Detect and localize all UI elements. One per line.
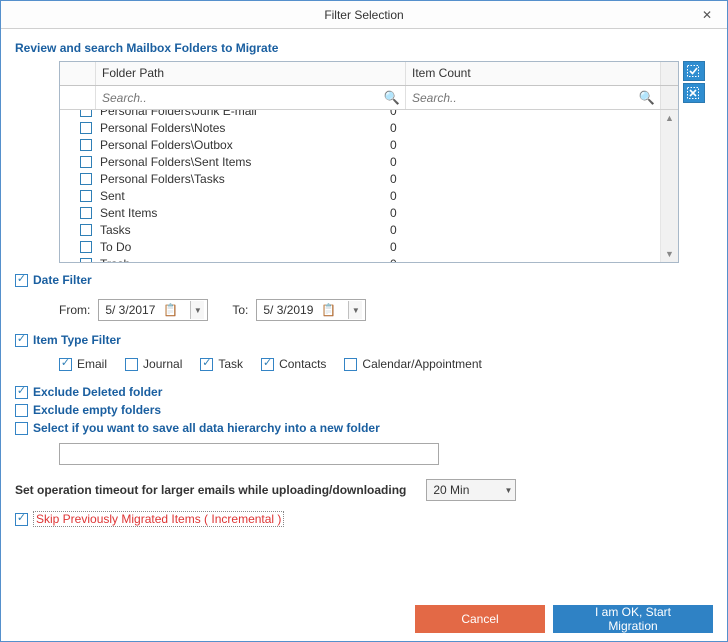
row-checkbox[interactable] bbox=[80, 224, 92, 236]
itemtype-label: Task bbox=[218, 357, 243, 371]
table-row[interactable]: Sent0 bbox=[60, 187, 660, 204]
itemtype-journal-checkbox[interactable] bbox=[125, 358, 138, 371]
cancel-button[interactable]: Cancel bbox=[415, 605, 545, 633]
to-date-input[interactable]: 5/ 3/2019 📋 ▼ bbox=[256, 299, 366, 321]
table-row[interactable]: Personal Folders\Notes0 bbox=[60, 119, 660, 136]
to-date-value: 5/ 3/2019 bbox=[263, 303, 313, 317]
scroll-down-icon[interactable]: ▼ bbox=[661, 246, 678, 262]
item-count: 0 bbox=[386, 206, 660, 220]
content: Review and search Mailbox Folders to Mig… bbox=[1, 29, 727, 641]
item-count: 0 bbox=[386, 257, 660, 263]
vertical-scrollbar[interactable]: ▲ ▼ bbox=[660, 110, 678, 262]
itemtype-label: Calendar/Appointment bbox=[362, 357, 481, 371]
table-row[interactable]: To Do0 bbox=[60, 238, 660, 255]
folder-path: Personal Folders\Tasks bbox=[96, 172, 386, 186]
close-icon[interactable]: ✕ bbox=[687, 1, 727, 29]
item-count: 0 bbox=[386, 189, 660, 203]
folder-path: Trash bbox=[96, 257, 386, 263]
row-checkbox[interactable] bbox=[80, 156, 92, 168]
folder-path: Sent Items bbox=[96, 206, 386, 220]
table-row[interactable]: Sent Items0 bbox=[60, 204, 660, 221]
itemtype-calendar-appointment-checkbox[interactable] bbox=[344, 358, 357, 371]
row-checkbox[interactable] bbox=[80, 110, 92, 117]
window-title: Filter Selection bbox=[1, 8, 727, 22]
table-row[interactable]: Personal Folders\Tasks0 bbox=[60, 170, 660, 187]
timeout-select[interactable]: 20 Min ▼ bbox=[426, 479, 516, 501]
folder-path: Sent bbox=[96, 189, 386, 203]
from-date-value: 5/ 3/2017 bbox=[105, 303, 155, 317]
calendar-icon: 📋 bbox=[163, 303, 178, 317]
row-checkbox[interactable] bbox=[80, 258, 92, 263]
table-row[interactable]: Tasks0 bbox=[60, 221, 660, 238]
skip-prev-checkbox[interactable] bbox=[15, 513, 28, 526]
table-row[interactable]: Personal Folders\Sent Items0 bbox=[60, 153, 660, 170]
item-count: 0 bbox=[386, 223, 660, 237]
itemtype-label: Journal bbox=[143, 357, 182, 371]
row-checkbox[interactable] bbox=[80, 139, 92, 151]
row-checkbox[interactable] bbox=[80, 173, 92, 185]
header-label: Review and search Mailbox Folders to Mig… bbox=[15, 41, 713, 55]
chevron-down-icon[interactable]: ▼ bbox=[348, 301, 362, 319]
from-date-input[interactable]: 5/ 3/2017 📋 ▼ bbox=[98, 299, 208, 321]
folder-path: Tasks bbox=[96, 223, 386, 237]
itemtype-label: Contacts bbox=[279, 357, 326, 371]
chevron-down-icon: ▼ bbox=[504, 486, 512, 495]
skip-prev-label: Skip Previously Migrated Items ( Increme… bbox=[33, 511, 284, 527]
item-count: 0 bbox=[386, 172, 660, 186]
deselect-all-button[interactable] bbox=[683, 83, 705, 103]
row-checkbox[interactable] bbox=[80, 122, 92, 134]
itemtype-email-checkbox[interactable] bbox=[59, 358, 72, 371]
select-all-button[interactable] bbox=[683, 61, 705, 81]
timeout-label: Set operation timeout for larger emails … bbox=[15, 483, 406, 497]
date-filter-label: Date Filter bbox=[33, 273, 92, 287]
item-count: 0 bbox=[386, 138, 660, 152]
table-row[interactable]: Trash0 bbox=[60, 255, 660, 262]
item-count: 0 bbox=[386, 155, 660, 169]
folder-path: Personal Folders\Outbox bbox=[96, 138, 386, 152]
exclude-empty-label: Exclude empty folders bbox=[33, 403, 161, 417]
exclude-empty-checkbox[interactable] bbox=[15, 404, 28, 417]
folder-path: To Do bbox=[96, 240, 386, 254]
item-type-filter-label: Item Type Filter bbox=[33, 333, 121, 347]
search-path-input[interactable] bbox=[96, 88, 405, 108]
exclude-deleted-checkbox[interactable] bbox=[15, 386, 28, 399]
timeout-value: 20 Min bbox=[433, 483, 469, 497]
calendar-icon: 📋 bbox=[321, 303, 336, 317]
titlebar: Filter Selection ✕ bbox=[1, 1, 727, 29]
chevron-down-icon[interactable]: ▼ bbox=[190, 301, 204, 319]
folder-path: Personal Folders\Junk E-mail bbox=[96, 110, 386, 118]
itemtype-label: Email bbox=[77, 357, 107, 371]
item-count: 0 bbox=[386, 110, 660, 118]
folder-path: Personal Folders\Sent Items bbox=[96, 155, 386, 169]
col-path-header[interactable]: Folder Path bbox=[96, 62, 406, 85]
table-row[interactable]: Personal Folders\Junk E-mail0 bbox=[60, 110, 660, 119]
itemtype-task-checkbox[interactable] bbox=[200, 358, 213, 371]
item-count: 0 bbox=[386, 240, 660, 254]
folder-grid: Folder Path Item Count 🔍 🔍 bbox=[59, 61, 679, 263]
item-count: 0 bbox=[386, 121, 660, 135]
from-label: From: bbox=[59, 303, 90, 317]
filter-selection-window: Filter Selection ✕ Review and search Mai… bbox=[0, 0, 728, 642]
start-migration-button[interactable]: I am OK, Start Migration bbox=[553, 605, 713, 633]
row-checkbox[interactable] bbox=[80, 207, 92, 219]
row-checkbox[interactable] bbox=[80, 190, 92, 202]
folder-path: Personal Folders\Notes bbox=[96, 121, 386, 135]
grid-header: Folder Path Item Count bbox=[60, 62, 678, 86]
itemtype-contacts-checkbox[interactable] bbox=[261, 358, 274, 371]
search-icon[interactable]: 🔍 bbox=[384, 90, 400, 106]
item-type-filter-checkbox[interactable] bbox=[15, 334, 28, 347]
exclude-deleted-label: Exclude Deleted folder bbox=[33, 385, 162, 399]
table-row[interactable]: Personal Folders\Outbox0 bbox=[60, 136, 660, 153]
col-count-header[interactable]: Item Count bbox=[406, 62, 660, 85]
save-hierarchy-checkbox[interactable] bbox=[15, 422, 28, 435]
scroll-up-icon[interactable]: ▲ bbox=[661, 110, 678, 126]
date-filter-checkbox[interactable] bbox=[15, 274, 28, 287]
search-count-input[interactable] bbox=[406, 88, 660, 108]
save-hierarchy-label: Select if you want to save all data hier… bbox=[33, 421, 380, 435]
search-icon[interactable]: 🔍 bbox=[639, 90, 655, 106]
new-folder-input[interactable] bbox=[59, 443, 439, 465]
to-label: To: bbox=[232, 303, 248, 317]
row-checkbox[interactable] bbox=[80, 241, 92, 253]
